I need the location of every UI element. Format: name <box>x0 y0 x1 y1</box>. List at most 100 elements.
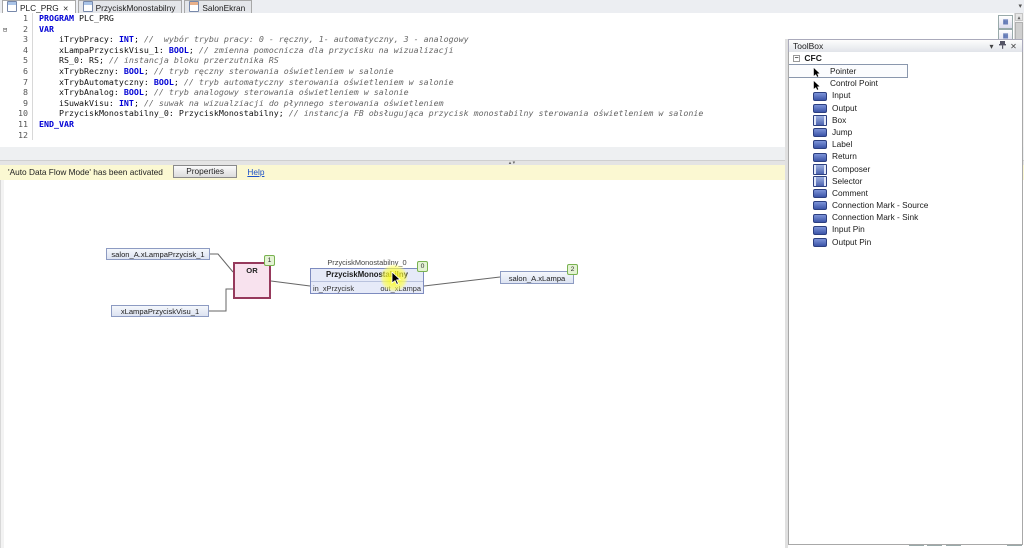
toolbox-item-label: Return <box>832 151 857 161</box>
code-text: PrzyciskMonostabilny_0: PrzyciskMonostab… <box>39 108 703 118</box>
tab-strip: ▾ PLC_PRG ✕ PrzyciskMonostabilny SalonEkran <box>0 0 1024 14</box>
code-line: ⊟2VAR <box>0 24 1024 35</box>
toolbox-item-composer[interactable]: Composer <box>789 163 1022 175</box>
toolbox-item-output[interactable]: Output <box>789 102 1022 114</box>
toolbox-item-label: Connection Mark - Source <box>832 200 928 210</box>
cfc-fb-input-pin[interactable]: in_xPrzycisk <box>313 282 354 295</box>
properties-button[interactable]: Properties <box>173 165 237 178</box>
toolbox-item-input[interactable]: Input <box>789 89 1022 101</box>
toolbox-group-cfc[interactable]: − CFC <box>789 52 1022 65</box>
line-number: 1 <box>10 13 33 24</box>
cfc-connection-mark-sink-icon <box>813 214 827 223</box>
cfc-composer-icon <box>813 164 827 175</box>
toolbox-item-label: Input Pin <box>832 224 865 234</box>
cfc-fb-instance-label: PrzyciskMonostabilny_0 <box>310 258 424 267</box>
cfc-input-block-2[interactable]: xLampaPrzyciskVisu_1 <box>111 305 209 317</box>
toolbox-item-return[interactable]: Return <box>789 150 1022 162</box>
execution-order-badge-out: 2 <box>567 264 578 275</box>
toolbox-panel: ToolBox ▾ ✕ − CFC PointerControl PointIn… <box>788 39 1023 545</box>
tab-list-dropdown-icon[interactable]: ▾ <box>1018 2 1022 10</box>
line-number: 2 <box>10 24 33 35</box>
cfc-input-block-1[interactable]: salon_A.xLampaPrzycisk_1 <box>106 248 210 260</box>
code-text: iTrybPracy: INT; // wybór trybu pracy: 0… <box>39 34 469 44</box>
cfc-output-pin-icon <box>813 238 827 247</box>
tab-label: PLC_PRG <box>20 3 59 13</box>
editor-view-toggle-top-icon[interactable]: ▦ <box>998 15 1013 29</box>
cfc-output-block[interactable]: salon_A.xLampa <box>500 271 574 284</box>
code-text: xLampaPrzyciskVisu_1: BOOL; // zmienna p… <box>39 45 454 55</box>
line-number: 3 <box>10 34 33 45</box>
scroll-up-icon[interactable]: ▲ <box>1015 13 1023 21</box>
toolbox-item-label: Pointer <box>830 66 856 76</box>
cfc-box-icon <box>813 115 827 126</box>
cfc-return-icon <box>813 153 827 162</box>
document-icon <box>189 1 199 12</box>
line-number: 10 <box>10 108 33 119</box>
cfc-pointer-icon <box>813 68 825 75</box>
toolbox-item-control-point[interactable]: Control Point <box>789 77 1022 89</box>
code-text: iSuwakVisu: INT; // suwak na wizualziacj… <box>39 98 444 108</box>
mouse-cursor-icon <box>391 272 402 288</box>
line-number: 7 <box>10 77 33 88</box>
toolbox-item-jump[interactable]: Jump <box>789 126 1022 138</box>
toolbox-item-label: Connection Mark - Sink <box>832 212 918 222</box>
toolbox-list: Pointer Control Point Input OutputBoxJump La… <box>789 65 1022 248</box>
tab-przyciskmonostabilny[interactable]: PrzyciskMonostabilny <box>78 0 183 13</box>
cfc-input-pin-icon <box>813 226 827 235</box>
editor-area: ▾ PLC_PRG✕PrzyciskMonostabilnySalonEkran… <box>0 0 632 509</box>
toolbox-item-connection-mark-sink[interactable]: Connection Mark - Sink <box>789 211 1022 223</box>
toolbox-panel-title: ToolBox <box>793 41 823 51</box>
document-icon <box>7 1 17 12</box>
tab-salonekran[interactable]: SalonEkran <box>184 0 252 13</box>
code-line: 1 PROGRAM PLC_PRG <box>0 13 1024 24</box>
toolbox-item-label: Comment <box>832 188 868 198</box>
toolbox-item-label[interactable]: Label <box>789 138 1022 150</box>
expand-minus-icon[interactable]: − <box>793 55 800 62</box>
cfc-output-icon <box>813 104 827 113</box>
code-text: xTrybReczny: BOOL; // tryb ręczny sterow… <box>39 66 394 76</box>
toolbox-item-input-pin[interactable]: Input Pin <box>789 223 1022 235</box>
document-icon <box>83 1 93 12</box>
toolbox-item-label: Control Point <box>830 78 878 88</box>
tab-label: SalonEkran <box>202 3 245 13</box>
toolbox-item-box[interactable]: Box <box>789 114 1022 126</box>
toolbox-item-output-pin[interactable]: Output Pin <box>789 236 1022 248</box>
cfc-jump-icon <box>813 128 827 137</box>
toolbox-item-pointer[interactable]: Pointer <box>789 65 907 77</box>
cfc-label-icon <box>813 140 827 149</box>
cfc-or-block[interactable]: OR <box>233 262 271 299</box>
execution-order-badge-fb: 0 <box>417 261 428 272</box>
toolbox-item-label: Output <box>832 103 857 113</box>
cfc-control-point-icon <box>813 81 825 88</box>
close-tab-icon[interactable]: ✕ <box>63 6 69 13</box>
toolbox-item-comment[interactable]: Comment <box>789 187 1022 199</box>
tab-plc-prg[interactable]: PLC_PRG ✕ <box>2 0 76 13</box>
toolbox-item-label: Output Pin <box>832 237 871 247</box>
code-text: PROGRAM PLC_PRG <box>39 13 114 23</box>
execution-order-badge-or: 1 <box>264 255 275 266</box>
toolbox-item-label: Input <box>832 90 850 100</box>
notification-text: 'Auto Data Flow Mode' has been activated <box>8 167 163 177</box>
toolbox-item-label: Label <box>832 139 852 149</box>
toolbox-body: − CFC Pointer Control Point Input OutputBox… <box>788 52 1023 545</box>
line-number: 9 <box>10 98 33 109</box>
toolbox-item-connection-mark-source[interactable]: Connection Mark - Source <box>789 199 1022 211</box>
cfc-input-icon <box>813 92 827 101</box>
toolbox-item-label: Selector <box>832 176 862 186</box>
line-number: 11 <box>10 119 33 130</box>
toolbox-item-label: Jump <box>832 127 852 137</box>
toolbox-item-label: Composer <box>832 164 870 174</box>
cfc-connection-mark-source-icon <box>813 201 827 210</box>
line-number: 5 <box>10 55 33 66</box>
line-number: 6 <box>10 66 33 77</box>
code-text: VAR <box>39 24 54 34</box>
toolbox-item-selector[interactable]: Selector <box>789 175 1022 187</box>
tab-label: PrzyciskMonostabilny <box>96 3 176 13</box>
help-link[interactable]: Help <box>247 167 264 177</box>
cfc-selector-icon <box>813 176 827 187</box>
code-text: xTrybAnalog: BOOL; // tryb analogowy ste… <box>39 87 409 97</box>
code-text: RS_0: RS; // instancja bloku przerzutnik… <box>39 55 279 65</box>
code-text: END_VAR <box>39 119 74 129</box>
line-number: 8 <box>10 87 33 98</box>
cfc-comment-icon <box>813 189 827 198</box>
